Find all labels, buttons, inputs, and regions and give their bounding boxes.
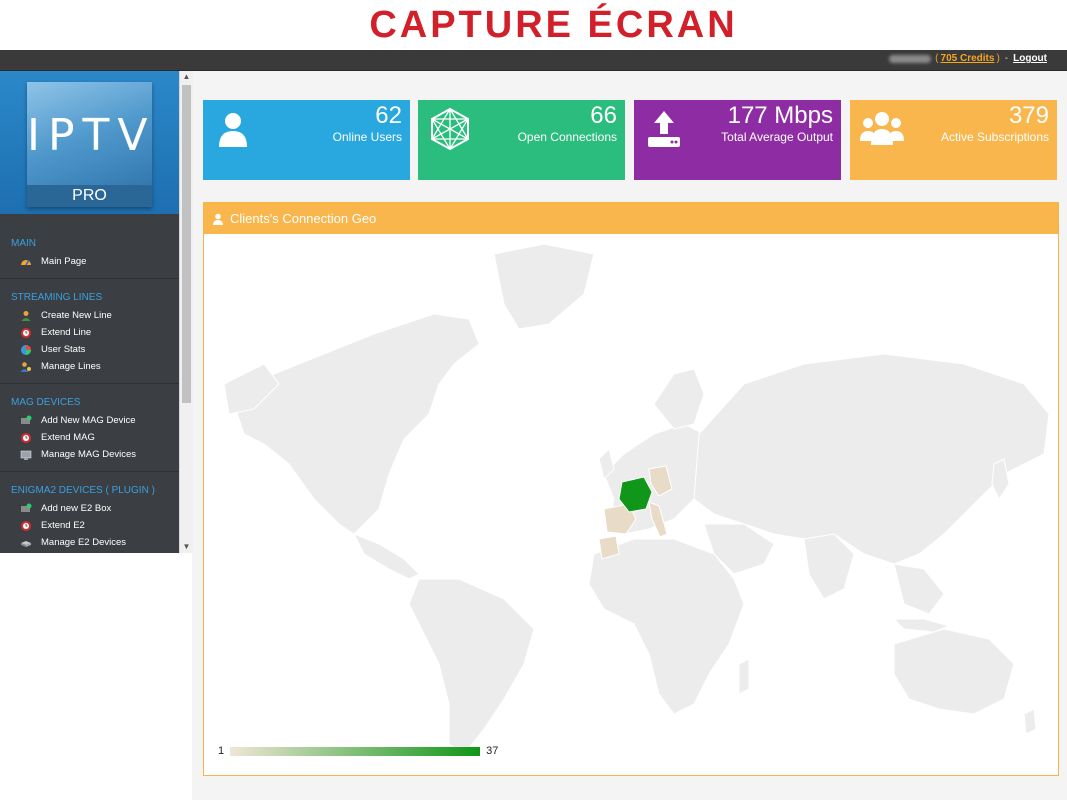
map-region-greenland	[493, 243, 595, 330]
nav-header-main: MAIN	[11, 238, 36, 249]
sidebar-item-label: Create New Line	[41, 310, 112, 321]
sidebar-item-label: Manage MAG Devices	[41, 449, 137, 460]
map-region-scandinavia	[653, 368, 705, 430]
logo-area[interactable]: IPTV PRO	[0, 71, 179, 214]
nav-section-main: MAIN Main Page	[0, 214, 179, 279]
stat-card-total-output[interactable]: 177 Mbps Total Average Output	[634, 100, 841, 180]
sidebar: IPTV PRO MAIN Main Page STREAMING LINES …	[0, 71, 179, 553]
stat-value: 66	[590, 102, 617, 129]
sidebar-item-label: Add New MAG Device	[41, 415, 136, 426]
sidebar-item-main-page[interactable]: Main Page	[0, 253, 179, 270]
map-region-australia	[893, 628, 1015, 715]
stat-label: Active Subscriptions	[940, 130, 1049, 144]
sidebar-item-label: Manage Lines	[41, 361, 101, 372]
stat-label: Open Connections	[517, 130, 617, 144]
sidebar-item-extend-mag[interactable]: Extend MAG	[0, 429, 179, 446]
sidebar-item-label: Manage E2 Devices	[41, 537, 127, 548]
map-panel-header: Clients's Connection Geo	[204, 203, 1058, 234]
clock-icon	[20, 520, 32, 532]
sidebar-item-label: Extend MAG	[41, 432, 95, 443]
user-icon	[211, 107, 255, 151]
map-region-new-zealand	[1023, 708, 1037, 735]
sidebar-item-label: Add new E2 Box	[41, 503, 112, 514]
dashboard-icon	[20, 256, 32, 268]
banner-title: CAPTURE ÉCRAN	[369, 4, 738, 46]
map-region-southeast-asia	[893, 563, 945, 615]
nav-section-mag-devices: MAG DEVICES Add New MAG Device Extend MA…	[0, 384, 179, 472]
users-group-icon	[858, 107, 904, 151]
map-region-africa	[588, 538, 745, 715]
sidebar-item-label: User Stats	[41, 344, 86, 355]
add-user-icon	[20, 310, 32, 322]
nav-section-streaming-lines: STREAMING LINES Create New Line Extend L…	[0, 279, 179, 384]
scroll-down-arrow-icon[interactable]: ▼	[180, 541, 193, 553]
banner: CAPTURE ÉCRAN	[0, 0, 1067, 50]
map-legend: 1 37	[218, 745, 498, 757]
device-box-icon	[20, 537, 32, 549]
sidebar-item-label: Main Page	[41, 256, 87, 267]
map-region-central-america	[352, 533, 420, 580]
add-device-icon	[20, 415, 32, 427]
sidebar-scrollbar[interactable]: ▲ ▼	[179, 71, 193, 553]
sidebar-item-manage-e2-devices[interactable]: Manage E2 Devices	[0, 534, 179, 551]
logo-subtext: PRO	[27, 185, 152, 207]
network-icon	[426, 107, 470, 151]
stat-card-open-connections[interactable]: 66 Open Connections	[418, 100, 625, 180]
credits-link[interactable]: 705 Credits	[941, 53, 995, 64]
sidebar-item-add-new-e2-box[interactable]: Add new E2 Box	[0, 500, 179, 517]
map-region-north-america	[233, 313, 480, 535]
map-region-madagascar	[738, 658, 750, 695]
stat-card-online-users[interactable]: 62 Online Users	[203, 100, 410, 180]
sidebar-item-user-stats[interactable]: User Stats	[0, 341, 179, 358]
sidebar-item-extend-line[interactable]: Extend Line	[0, 324, 179, 341]
iptv-pro-logo: IPTV PRO	[27, 82, 152, 207]
clock-icon	[20, 432, 32, 444]
stat-card-active-subscriptions[interactable]: 379 Active Subscriptions	[850, 100, 1057, 180]
stat-label: Total Average Output	[721, 130, 833, 144]
account-area: ( 705 Credits ) - Logout	[889, 53, 1047, 64]
legend-max: 37	[486, 745, 499, 757]
sidebar-item-create-new-line[interactable]: Create New Line	[0, 307, 179, 324]
nav-section-enigma2: ENIGMA2 DEVICES ( PLUGIN ) Add new E2 Bo…	[0, 472, 179, 559]
nav-header-streaming-lines: STREAMING LINES	[11, 292, 103, 303]
sidebar-nav: MAIN Main Page STREAMING LINES Create Ne…	[0, 214, 179, 559]
legend-gradient-bar	[230, 746, 481, 756]
add-device-icon	[20, 503, 32, 515]
scroll-up-arrow-icon[interactable]: ▲	[180, 71, 193, 83]
sidebar-item-label: Extend E2	[41, 520, 85, 531]
sidebar-item-add-new-mag-device[interactable]: Add New MAG Device	[0, 412, 179, 429]
nav-header-mag-devices: MAG DEVICES	[11, 397, 81, 408]
sidebar-item-label: Extend Line	[41, 327, 92, 338]
pie-chart-icon	[20, 344, 32, 356]
logo-text: IPTV	[27, 110, 156, 161]
username-blurred	[889, 54, 932, 63]
stat-value: 379	[1008, 102, 1049, 129]
sidebar-item-manage-mag-devices[interactable]: Manage MAG Devices	[0, 446, 179, 463]
legend-min: 1	[218, 745, 225, 757]
stat-value: 62	[375, 102, 402, 129]
map-panel-title: Clients's Connection Geo	[230, 211, 377, 226]
sidebar-item-extend-e2[interactable]: Extend E2	[0, 517, 179, 534]
stat-label: Online Users	[332, 130, 402, 144]
geo-map-panel: Clients's Connection Geo 1 37	[203, 202, 1059, 776]
top-bar: ( 705 Credits ) - Logout	[0, 50, 1067, 71]
logout-link[interactable]: Logout	[1013, 53, 1047, 64]
sidebar-item-manage-lines[interactable]: Manage Lines	[0, 358, 179, 375]
monitor-icon	[20, 449, 32, 461]
map-region-south-america	[408, 578, 535, 755]
upload-icon	[642, 107, 686, 151]
stat-value: 177 Mbps	[727, 102, 833, 129]
world-map[interactable]	[204, 234, 1056, 773]
nav-header-enigma2: ENIGMA2 DEVICES ( PLUGIN )	[11, 485, 155, 496]
map-region-south-asia	[803, 533, 855, 600]
manage-users-icon	[20, 361, 32, 373]
clock-icon	[20, 327, 32, 339]
scroll-thumb[interactable]	[182, 85, 191, 403]
user-icon	[213, 213, 223, 225]
